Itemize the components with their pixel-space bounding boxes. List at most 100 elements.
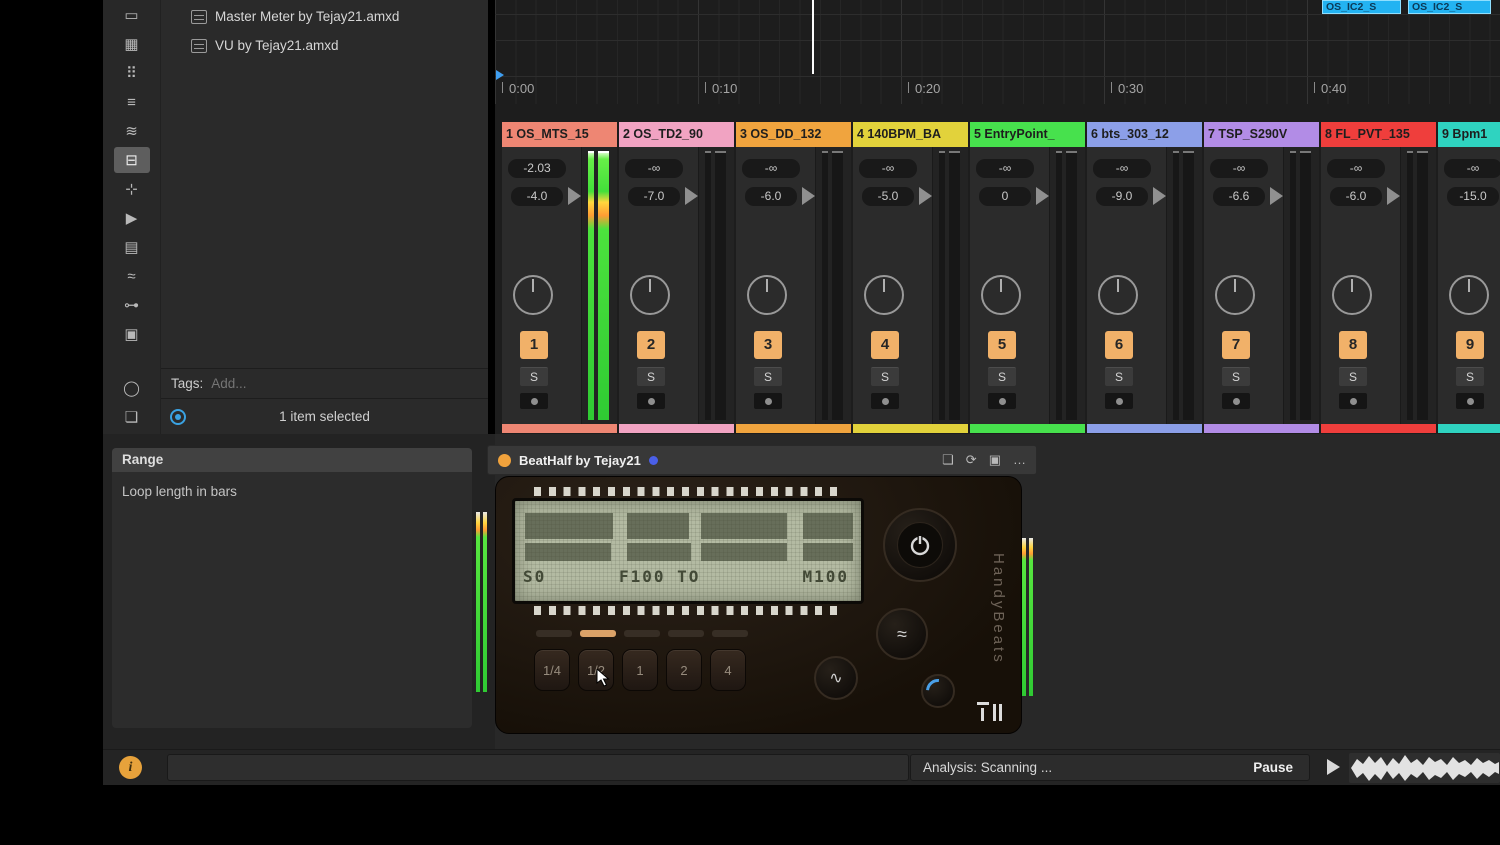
track-peak-value[interactable]: -∞ bbox=[625, 159, 683, 178]
sidebar-item-collections[interactable]: ❏ bbox=[114, 404, 150, 430]
track-volume-value[interactable]: -9.0 bbox=[1096, 187, 1148, 206]
beat-division-button[interactable]: 1 bbox=[622, 649, 658, 691]
sidebar-item-drums[interactable]: ▦ bbox=[114, 31, 150, 57]
track-number-badge[interactable]: 7 bbox=[1222, 331, 1250, 359]
more-options-icon[interactable]: … bbox=[1013, 452, 1026, 468]
monitor-button[interactable] bbox=[520, 393, 548, 409]
track-number-badge[interactable]: 6 bbox=[1105, 331, 1133, 359]
sidebar-item-tuning[interactable]: ⊶ bbox=[114, 292, 150, 318]
pan-knob[interactable] bbox=[981, 275, 1021, 315]
browser-file-row[interactable]: VU by Tejay21.amxd bbox=[161, 31, 488, 60]
track-strip[interactable]: 9 Bpm1 -∞ -15.0 9 S bbox=[1438, 122, 1500, 433]
track-peak-value[interactable]: -∞ bbox=[1093, 159, 1151, 178]
pan-knob[interactable] bbox=[1215, 275, 1255, 315]
beat-division-button[interactable]: 2 bbox=[666, 649, 702, 691]
pan-knob[interactable] bbox=[630, 275, 670, 315]
track-strip[interactable]: 5 EntryPoint_ -∞ 0 5 S bbox=[970, 122, 1085, 433]
track-peak-value[interactable]: -2.03 bbox=[508, 159, 566, 178]
track-title[interactable]: 6 bts_303_12 bbox=[1087, 122, 1202, 147]
solo-button[interactable]: S bbox=[1222, 367, 1250, 386]
monitor-button[interactable] bbox=[1456, 393, 1484, 409]
time-ruler-label[interactable]: 0:40 bbox=[1313, 81, 1346, 96]
track-strip[interactable]: 8 FL_PVT_135 -∞ -6.0 8 S bbox=[1321, 122, 1436, 433]
monitor-button[interactable] bbox=[1222, 393, 1250, 409]
preview-waveform[interactable] bbox=[1349, 753, 1500, 783]
solo-button[interactable]: S bbox=[637, 367, 665, 386]
track-title[interactable]: 5 EntryPoint_ bbox=[970, 122, 1085, 147]
monitor-button[interactable] bbox=[1339, 393, 1367, 409]
track-volume-value[interactable]: 0 bbox=[979, 187, 1031, 206]
track-peak-value[interactable]: -∞ bbox=[976, 159, 1034, 178]
solo-button[interactable]: S bbox=[871, 367, 899, 386]
sidebar-item-samples[interactable]: ▤ bbox=[114, 234, 150, 260]
tags-row[interactable]: Tags: Add... bbox=[161, 368, 488, 398]
track-title[interactable]: 3 OS_DD_132 bbox=[736, 122, 851, 147]
sidebar-item-plug-ins[interactable]: ⊹ bbox=[114, 176, 150, 202]
arrangement-clip[interactable]: OS_IC2_S bbox=[1322, 0, 1401, 14]
pause-button[interactable]: Pause bbox=[1253, 760, 1293, 775]
track-title[interactable]: 1 OS_MTS_15 bbox=[502, 122, 617, 147]
arrangement-clip[interactable]: OS_IC2_S bbox=[1408, 0, 1491, 14]
time-ruler-label[interactable]: 0:00 bbox=[501, 81, 534, 96]
lfo-knob[interactable]: ∿ bbox=[814, 656, 858, 700]
sidebar-item-max-for-live[interactable]: ⊟ bbox=[113, 147, 150, 173]
popout-window-icon[interactable]: ❏ bbox=[942, 452, 954, 468]
track-number-badge[interactable]: 3 bbox=[754, 331, 782, 359]
sidebar-item-audio-effects[interactable]: ≡ bbox=[114, 89, 150, 115]
track-strip[interactable]: 4 140BPM_BA -∞ -5.0 4 S bbox=[853, 122, 968, 433]
track-volume-value[interactable]: -15.0 bbox=[1447, 187, 1499, 206]
solo-button[interactable]: S bbox=[988, 367, 1016, 386]
monitor-button[interactable] bbox=[637, 393, 665, 409]
track-volume-value[interactable]: -6.0 bbox=[1330, 187, 1382, 206]
track-volume-value[interactable]: -7.0 bbox=[628, 187, 680, 206]
solo-button[interactable]: S bbox=[1105, 367, 1133, 386]
pan-knob[interactable] bbox=[513, 275, 553, 315]
pan-knob[interactable] bbox=[1098, 275, 1138, 315]
timeline[interactable]: OS_IC2_S OS_IC2_S 0:00 0:10 0:20 0:30 0:40 bbox=[495, 0, 1500, 104]
track-peak-value[interactable]: -∞ bbox=[859, 159, 917, 178]
solo-button[interactable]: S bbox=[754, 367, 782, 386]
monitor-button[interactable] bbox=[1105, 393, 1133, 409]
pan-knob[interactable] bbox=[747, 275, 787, 315]
pan-knob[interactable] bbox=[1449, 275, 1489, 315]
solo-button[interactable]: S bbox=[520, 367, 548, 386]
solo-button[interactable]: S bbox=[1456, 367, 1484, 386]
device-activator-button[interactable] bbox=[498, 453, 511, 467]
time-ruler-label[interactable]: 0:30 bbox=[1110, 81, 1143, 96]
time-ruler-label[interactable]: 0:10 bbox=[704, 81, 737, 96]
sidebar-item-sounds[interactable]: ▭ bbox=[114, 2, 150, 28]
pan-knob[interactable] bbox=[1332, 275, 1372, 315]
sidebar-item-instruments[interactable]: ⠿ bbox=[114, 60, 150, 86]
track-title[interactable]: 2 OS_TD2_90 bbox=[619, 122, 734, 147]
track-number-badge[interactable]: 5 bbox=[988, 331, 1016, 359]
track-title[interactable]: 4 140BPM_BA bbox=[853, 122, 968, 147]
sidebar-item-templates[interactable]: ▣ bbox=[114, 321, 150, 347]
monitor-button[interactable] bbox=[871, 393, 899, 409]
track-number-badge[interactable]: 1 bbox=[520, 331, 548, 359]
track-title[interactable]: 9 Bpm1 bbox=[1438, 122, 1500, 147]
preview-play-button[interactable] bbox=[1327, 759, 1340, 775]
track-peak-value[interactable]: -∞ bbox=[1327, 159, 1385, 178]
sidebar-item-midi-effects[interactable]: ≋ bbox=[114, 118, 150, 144]
wave-knob[interactable]: ≈ bbox=[876, 608, 928, 660]
track-number-badge[interactable]: 4 bbox=[871, 331, 899, 359]
save-preset-icon[interactable]: ▣ bbox=[989, 452, 1001, 468]
monitor-button[interactable] bbox=[754, 393, 782, 409]
track-volume-value[interactable]: -6.6 bbox=[1213, 187, 1265, 206]
track-strip[interactable]: 6 bts_303_12 -∞ -9.0 6 S bbox=[1087, 122, 1202, 433]
track-title[interactable]: 8 FL_PVT_135 bbox=[1321, 122, 1436, 147]
hot-swap-icon[interactable]: ⟳ bbox=[966, 452, 977, 468]
hot-swap-target-icon[interactable] bbox=[170, 408, 186, 425]
track-number-badge[interactable]: 2 bbox=[637, 331, 665, 359]
mix-knob[interactable] bbox=[921, 674, 955, 708]
track-strip[interactable]: 7 TSP_S290V -∞ -6.6 7 S bbox=[1204, 122, 1319, 433]
pan-knob[interactable] bbox=[864, 275, 904, 315]
loop-start-marker-icon[interactable] bbox=[496, 70, 504, 80]
monitor-button[interactable] bbox=[988, 393, 1016, 409]
beat-division-button[interactable]: 4 bbox=[710, 649, 746, 691]
track-title[interactable]: 7 TSP_S290V bbox=[1204, 122, 1319, 147]
browser-file-row[interactable]: Master Meter by Tejay21.amxd bbox=[161, 2, 488, 31]
time-ruler-label[interactable]: 0:20 bbox=[907, 81, 940, 96]
device-title-bar[interactable]: BeatHalf by Tejay21 ❏ ⟳ ▣… bbox=[487, 445, 1037, 475]
sidebar-item-clips[interactable]: ▶ bbox=[114, 205, 150, 231]
